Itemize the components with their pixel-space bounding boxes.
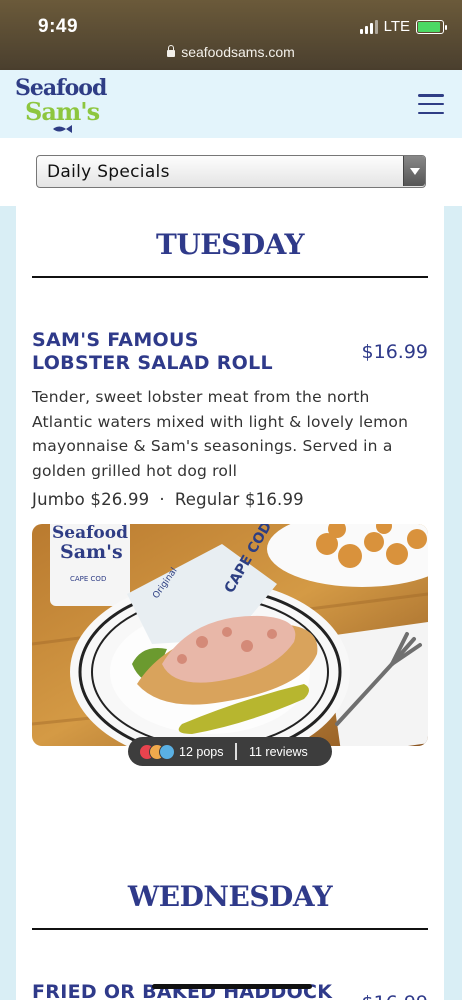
menu-category-select[interactable]: Daily Specials xyxy=(36,155,426,188)
item-title: SAM'S FAMOUS LOBSTER SALAD ROLL xyxy=(32,329,273,374)
item-price: $16.99 xyxy=(362,992,428,1000)
status-time: 9:49 xyxy=(38,16,79,37)
daily-specials-card: TUESDAY SAM'S FAMOUS LOBSTER SALAD ROLL … xyxy=(16,206,444,1000)
reaction-icons xyxy=(139,742,179,762)
home-indicator[interactable] xyxy=(152,984,312,989)
size-jumbo: Jumbo $26.99 xyxy=(32,490,150,509)
size-regular: Regular $16.99 xyxy=(174,490,304,509)
day-heading-wednesday: WEDNESDAY xyxy=(127,880,333,913)
calendar-icon xyxy=(159,743,175,760)
url-text: seafoodsams.com xyxy=(181,44,295,60)
site-header: Seafood Sam's xyxy=(0,70,462,138)
divider xyxy=(235,743,237,760)
cup-logo-line3: CAPE COD xyxy=(70,575,106,583)
signal-icon xyxy=(359,19,378,34)
day-heading-tuesday: TUESDAY xyxy=(156,228,304,261)
item-sizes: Jumbo $26.99 · Regular $16.99 xyxy=(32,490,428,509)
item-price: $16.99 xyxy=(361,341,428,363)
divider xyxy=(32,276,428,278)
menu-selector-bar: Daily Specials xyxy=(0,138,462,206)
hamburger-menu-icon[interactable] xyxy=(418,94,444,114)
reviews-count[interactable]: 11 reviews xyxy=(249,745,308,759)
pops-count[interactable]: 12 pops xyxy=(179,745,223,759)
logo-line2: Sam's xyxy=(25,97,100,126)
status-indicators: LTE xyxy=(359,18,447,35)
network-label: LTE xyxy=(383,18,410,35)
item-description: Tender, sweet lobster meat from the nort… xyxy=(32,388,409,480)
select-value: Daily Specials xyxy=(47,162,170,182)
cup-logo-line2: Sam's xyxy=(60,541,123,563)
divider xyxy=(32,928,428,930)
lobster-roll-photo[interactable]: Seafood Sam's CAPE COD Original CAPE COD xyxy=(32,524,428,746)
lock-icon xyxy=(167,45,176,57)
chevron-down-icon xyxy=(403,156,425,186)
size-separator: · xyxy=(159,490,165,509)
address-bar[interactable]: seafoodsams.com xyxy=(0,44,462,60)
fish-logo-icon xyxy=(53,125,72,133)
battery-icon xyxy=(416,19,447,34)
status-bar: 9:49 LTE seafoodsams.com xyxy=(0,0,462,70)
seafood-sams-logo[interactable]: Seafood Sam's xyxy=(15,76,107,134)
pops-reviews-bar[interactable]: 12 pops 11 reviews xyxy=(128,737,332,766)
